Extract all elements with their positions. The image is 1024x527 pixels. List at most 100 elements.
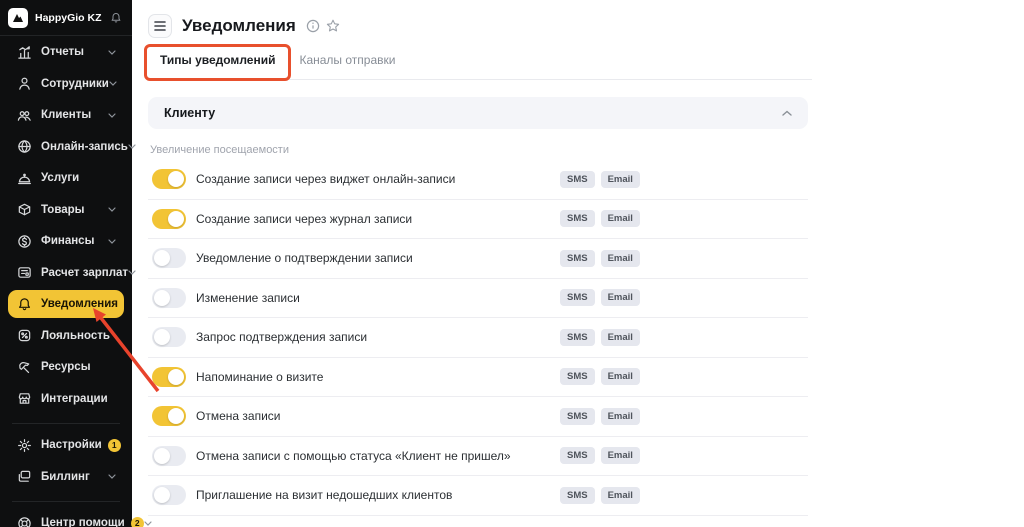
sidebar-header: HappyGio KZ — [0, 0, 132, 36]
loyalty-icon — [16, 328, 32, 344]
section-header-client[interactable]: Клиенту — [148, 97, 808, 129]
channel-badge-sms[interactable]: SMS — [560, 250, 595, 267]
channel-badge-email[interactable]: Email — [601, 210, 640, 227]
channel-badge-email[interactable]: Email — [601, 289, 640, 306]
toggle-knob — [154, 250, 170, 266]
notification-toggle[interactable] — [152, 209, 186, 229]
sidebar-item-label: Клиенты — [41, 109, 91, 121]
notification-toggle[interactable] — [152, 248, 186, 268]
notification-label: Запрос подтверждения записи — [196, 330, 367, 344]
sidebar-nav: Отчеты Сотрудники Клиенты Онлайн-запись Услу… — [0, 36, 132, 527]
notification-toggle[interactable] — [152, 406, 186, 426]
notification-toggle[interactable] — [152, 288, 186, 308]
app-window: HappyGio KZ Отчеты Сотрудники Клиенты Онлай… — [0, 0, 1024, 527]
sidebar-item-reports[interactable]: Отчеты — [8, 38, 124, 66]
notification-toggle[interactable] — [152, 169, 186, 189]
services-icon — [16, 170, 32, 186]
sidebar-item-label: Ресурсы — [41, 361, 91, 373]
integrations-icon — [16, 391, 32, 407]
channel-badge-sms[interactable]: SMS — [560, 289, 595, 306]
chevron-down-icon — [108, 50, 116, 55]
page-header: Уведомления — [148, 0, 1024, 40]
logo-text: HappyGio KZ — [35, 12, 102, 24]
notification-row: Создание записи через виджет онлайн-запи… — [148, 160, 808, 200]
chevron-up-icon[interactable] — [782, 110, 792, 117]
channel-badge-email[interactable]: Email — [601, 250, 640, 267]
sidebar-item-help[interactable]: Центр помощи2 — [8, 509, 124, 527]
channel-badges: SMS Email — [560, 447, 640, 464]
channel-badge-sms[interactable]: SMS — [560, 408, 595, 425]
notification-list: Создание записи через виджет онлайн-запи… — [148, 160, 808, 516]
finance-icon — [16, 233, 32, 249]
channel-badge-email[interactable]: Email — [601, 171, 640, 188]
toggle-knob — [168, 171, 184, 187]
sidebar-item-loyalty[interactable]: Лояльность — [8, 322, 124, 350]
happygio-logo-icon[interactable] — [8, 8, 28, 28]
notifications-icon — [16, 296, 32, 312]
notifications-content: Клиенту Увеличение посещаемости Создание… — [148, 97, 808, 516]
billing-icon — [16, 469, 32, 485]
sidebar-item-online-booking[interactable]: Онлайн-запись — [8, 133, 124, 161]
channel-badge-sms[interactable]: SMS — [560, 171, 595, 188]
sidebar-item-label: Товары — [41, 204, 84, 216]
tab-notification-types[interactable]: Типы уведомлений — [148, 53, 287, 79]
sidebar-item-notifications[interactable]: Уведомления — [8, 290, 124, 318]
channel-badge-email[interactable]: Email — [601, 368, 640, 385]
sidebar-item-products[interactable]: Товары — [8, 196, 124, 224]
toggle-knob — [154, 329, 170, 345]
channel-badges: SMS Email — [560, 171, 640, 188]
page-title: Уведомления — [182, 16, 296, 36]
payroll-icon — [16, 265, 32, 281]
notification-toggle[interactable] — [152, 485, 186, 505]
main-area: Уведомления Типы уведомлений Каналы отпра… — [132, 0, 1024, 527]
favorite-star-icon[interactable] — [326, 19, 340, 33]
sidebar-item-label: Биллинг — [41, 471, 90, 483]
tab-label: Каналы отправки — [299, 53, 395, 67]
channel-badge-email[interactable]: Email — [601, 329, 640, 346]
notification-label: Отмена записи — [196, 409, 280, 423]
sidebar-item-billing[interactable]: Биллинг — [8, 463, 124, 491]
sidebar-item-payroll[interactable]: Расчет зарплат — [8, 259, 124, 287]
notification-row: Запрос подтверждения записи SMS Email — [148, 318, 808, 358]
sidebar-divider — [12, 501, 120, 502]
chevron-down-icon — [108, 207, 116, 212]
section-title: Клиенту — [164, 106, 215, 120]
sidebar-item-label: Отчеты — [41, 46, 84, 58]
channel-badge-email[interactable]: Email — [601, 408, 640, 425]
clients-icon — [16, 107, 32, 123]
sidebar-item-resources[interactable]: Ресурсы — [8, 353, 124, 381]
sidebar-bell-icon[interactable] — [110, 12, 122, 24]
notification-row: Создание записи через журнал записиSMSEm… — [148, 200, 808, 240]
channel-badge-sms[interactable]: SMS — [560, 487, 595, 504]
sidebar: HappyGio KZ Отчеты Сотрудники Клиенты Онлай… — [0, 0, 132, 527]
channel-badge-email[interactable]: Email — [601, 447, 640, 464]
reports-icon — [16, 44, 32, 60]
sidebar-item-employees[interactable]: Сотрудники — [8, 70, 124, 98]
sidebar-item-settings[interactable]: Настройки1 — [8, 431, 124, 459]
channel-badge-sms[interactable]: SMS — [560, 447, 595, 464]
sidebar-item-services[interactable]: Услуги — [8, 164, 124, 192]
notification-row: Изменение записиSMSEmail — [148, 279, 808, 319]
sidebar-item-finance[interactable]: Финансы — [8, 227, 124, 255]
toggle-knob — [154, 290, 170, 306]
channel-badge-email[interactable]: Email — [601, 487, 640, 504]
info-icon[interactable] — [306, 19, 320, 33]
sidebar-item-label: Интеграции — [41, 393, 108, 405]
notification-label: Напоминание о визите — [196, 370, 323, 384]
notification-toggle[interactable] — [152, 327, 186, 347]
notification-toggle[interactable] — [152, 367, 186, 387]
notification-label: Уведомление о подтверждении записи — [196, 251, 413, 265]
notification-row: Отмена записи SMS Email — [148, 397, 808, 437]
channel-badge-sms[interactable]: SMS — [560, 210, 595, 227]
sidebar-item-label: Уведомления — [41, 298, 118, 310]
channel-badges: SMS Email — [560, 289, 640, 306]
tab-sending-channels[interactable]: Каналы отправки — [287, 53, 407, 79]
notification-toggle[interactable] — [152, 446, 186, 466]
channel-badge-sms[interactable]: SMS — [560, 329, 595, 346]
tab-bar: Типы уведомлений Каналы отправки — [148, 53, 812, 80]
menu-toggle-button[interactable] — [148, 14, 172, 38]
channel-badge-sms[interactable]: SMS — [560, 368, 595, 385]
sidebar-item-clients[interactable]: Клиенты — [8, 101, 124, 129]
notification-label: Отмена записи с помощью статуса «Клиент … — [196, 449, 511, 463]
sidebar-item-integrations[interactable]: Интеграции — [8, 385, 124, 413]
